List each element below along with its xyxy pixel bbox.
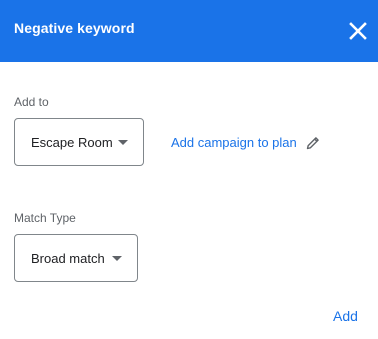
add-to-selected-value: Escape Room (31, 135, 113, 150)
add-to-dropdown[interactable]: Escape Room (14, 118, 144, 166)
pencil-icon (306, 137, 319, 150)
match-type-label: Match Type (14, 211, 76, 225)
match-type-dropdown[interactable]: Broad match (14, 234, 138, 282)
close-icon (349, 22, 367, 40)
dropdown-arrow-icon (112, 256, 122, 261)
add-button[interactable]: Add (329, 306, 362, 326)
match-type-selected-value: Broad match (31, 251, 105, 266)
dialog-header: Negative keyword (0, 0, 378, 62)
dialog-title: Negative keyword (14, 20, 135, 36)
edit-plan-button[interactable] (305, 135, 321, 151)
add-campaign-to-plan-link[interactable]: Add campaign to plan (171, 135, 297, 150)
close-button[interactable] (346, 19, 370, 43)
add-to-label: Add to (14, 95, 49, 109)
dropdown-arrow-icon (118, 140, 128, 145)
